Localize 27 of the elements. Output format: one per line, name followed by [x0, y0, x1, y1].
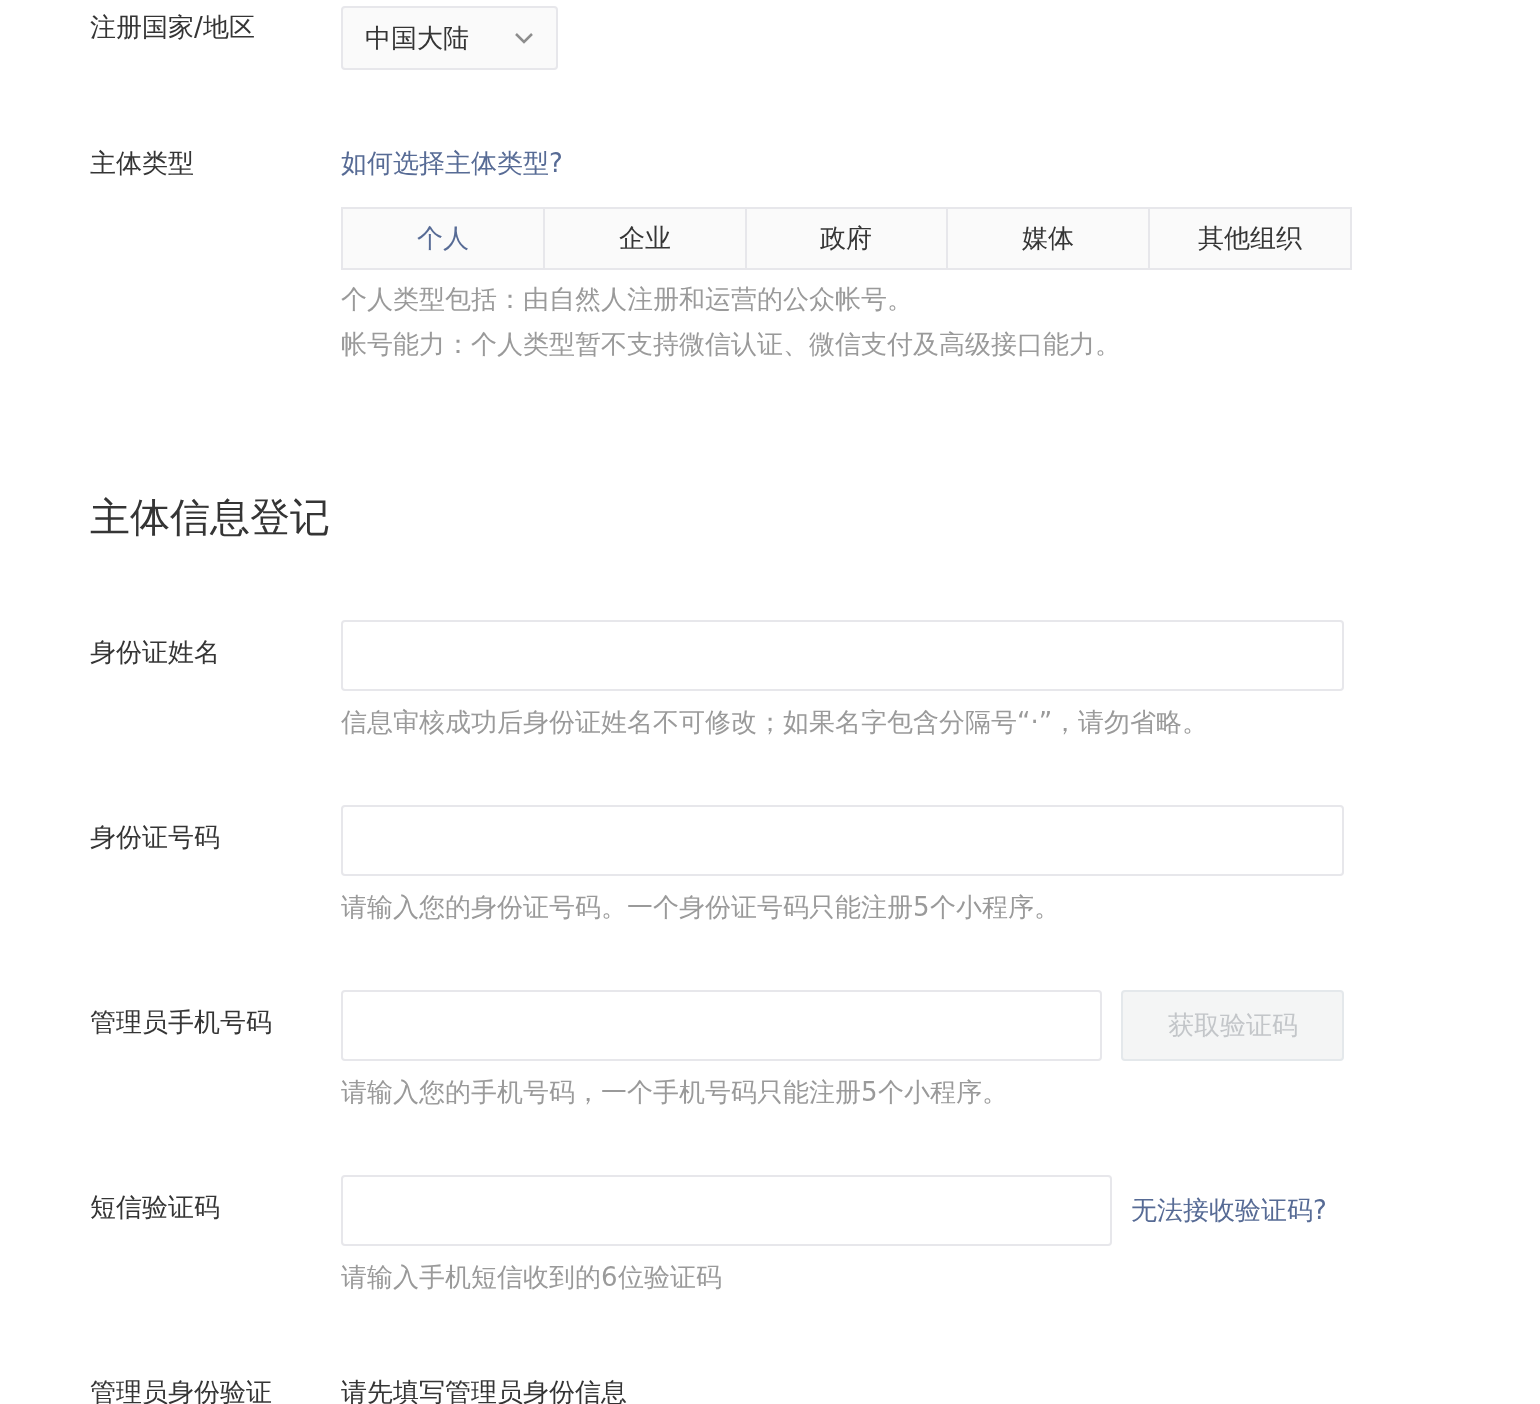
type-tab[interactable]: 企业 — [542, 209, 745, 268]
field-label: 身份证姓名 — [90, 637, 220, 667]
region-select[interactable]: 中国大陆 — [341, 6, 558, 70]
type-tab[interactable]: 媒体 — [946, 209, 1149, 268]
hint-text: 请输入您的手机号码，一个手机号码只能注册5个小程序。 — [341, 1076, 1009, 1109]
input-field[interactable] — [341, 1175, 1112, 1246]
hint-text: 个人类型包括：由自然人注册和运营的公众帐号。 — [341, 283, 914, 316]
field-label: 短信验证码 — [90, 1192, 220, 1222]
field-label: 主体类型 — [90, 148, 194, 178]
input-field[interactable] — [341, 990, 1102, 1061]
help-link[interactable]: 如何选择主体类型? — [341, 145, 563, 181]
field-label: 管理员身份验证 — [90, 1377, 272, 1404]
hint-text: 信息审核成功后身份证姓名不可修改；如果名字包含分隔号“·”，请勿省略。 — [341, 706, 1210, 739]
type-tab[interactable]: 其他组织 — [1148, 209, 1350, 268]
chevron-down-icon — [514, 32, 534, 44]
hint-text: 请输入手机短信收到的6位验证码 — [341, 1261, 723, 1294]
field-label: 身份证号码 — [90, 822, 220, 852]
help-link[interactable]: 无法接收验证码? — [1131, 1191, 1327, 1230]
section-title: 主体信息登记 — [90, 494, 330, 540]
field-label: 管理员手机号码 — [90, 1007, 272, 1037]
input-field[interactable] — [341, 620, 1344, 691]
hint-text: 请输入您的身份证号码。一个身份证号码只能注册5个小程序。 — [341, 891, 1061, 924]
type-tab[interactable]: 个人 — [343, 209, 543, 268]
input-field[interactable] — [341, 805, 1344, 876]
type-tab[interactable]: 政府 — [744, 209, 947, 268]
hint-text: 帐号能力：个人类型暂不支持微信认证、微信支付及高级接口能力。 — [341, 328, 1122, 361]
field-label: 注册国家/地区 — [90, 12, 255, 42]
